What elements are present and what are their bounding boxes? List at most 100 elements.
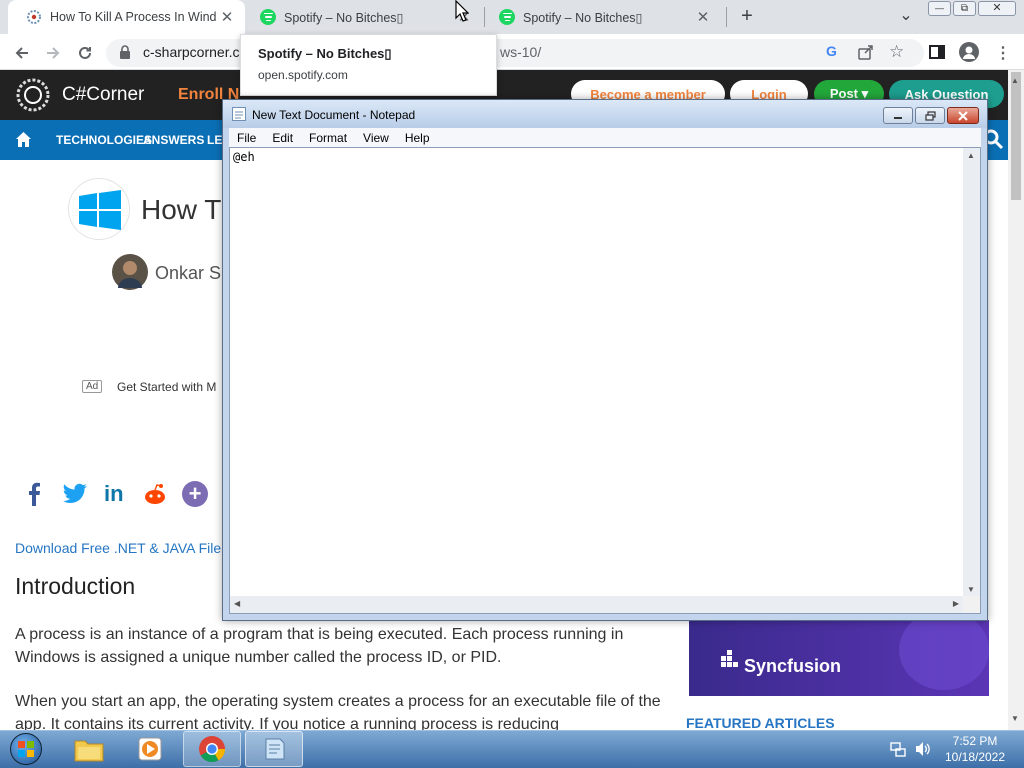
- clock-time: 7:52 PM: [952, 734, 998, 748]
- taskbar-media-player[interactable]: [121, 731, 179, 767]
- page-scrollbar-thumb[interactable]: [1011, 72, 1021, 200]
- forward-button[interactable]: [40, 40, 66, 66]
- ad-badge: Ad: [82, 380, 103, 393]
- notepad-close-button[interactable]: [947, 107, 979, 124]
- window-minimize-button[interactable]: —: [928, 1, 951, 16]
- tab-title: Spotify – No Bitches▯: [523, 10, 643, 25]
- tab-separator: [726, 7, 727, 27]
- tab-hover-tooltip: Spotify – No Bitches▯ open.spotify.com: [240, 34, 497, 96]
- article-paragraph: When you start an app, the operating sys…: [15, 693, 661, 730]
- spotify-favicon-icon: [260, 9, 276, 25]
- scroll-down-icon[interactable]: ▼: [1011, 714, 1019, 723]
- notepad-minimize-button[interactable]: [883, 107, 913, 124]
- start-button[interactable]: [6, 731, 46, 767]
- ad-text[interactable]: Get Started with M: [117, 380, 216, 394]
- tab-csharpcorner[interactable]: How To Kill A Process In Window ✕: [8, 0, 245, 34]
- home-icon[interactable]: [15, 131, 32, 153]
- bookmark-star-icon[interactable]: ☆: [889, 42, 904, 62]
- notepad-maximize-button[interactable]: [915, 107, 945, 124]
- nav-technologies[interactable]: TECHNOLOGIES: [56, 133, 152, 147]
- notepad-menubar: File Edit Format View Help: [229, 128, 981, 147]
- twitter-icon[interactable]: [62, 483, 88, 510]
- taskbar-chrome[interactable]: [183, 731, 241, 767]
- url-path: ws-10/: [500, 44, 542, 60]
- close-icon: [958, 110, 968, 121]
- tab-title: How To Kill A Process In Window: [50, 10, 217, 24]
- scroll-right-icon[interactable]: ▶: [953, 599, 959, 608]
- back-arrow-icon: [15, 47, 28, 59]
- notepad-vertical-scrollbar[interactable]: ▲ ▼: [963, 148, 980, 597]
- forward-arrow-icon: [47, 47, 60, 59]
- tab-title: Spotify – No Bitches▯: [284, 10, 404, 25]
- author-avatar[interactable]: [112, 254, 148, 290]
- sponsor-banner[interactable]: Syncfusion: [689, 620, 989, 696]
- back-button[interactable]: [9, 40, 35, 66]
- linkedin-icon[interactable]: in: [104, 483, 124, 505]
- url-host: c-sharpcorner.co: [143, 44, 248, 60]
- spotify-favicon-icon: [499, 9, 515, 25]
- lock-icon: [119, 45, 131, 64]
- mouse-cursor-icon: [455, 0, 470, 27]
- profile-avatar-icon[interactable]: [959, 42, 979, 62]
- windows-start-icon: [10, 733, 42, 765]
- network-tray-icon[interactable]: [890, 741, 906, 762]
- scroll-down-icon[interactable]: ▼: [967, 585, 975, 594]
- scroll-up-icon[interactable]: ▲: [967, 151, 975, 160]
- window-close-button[interactable]: ✕: [978, 1, 1016, 16]
- tab-search-button[interactable]: ⌄: [896, 5, 916, 27]
- tab-spotify-2[interactable]: Spotify – No Bitches▯ ✕: [481, 0, 721, 34]
- reload-button[interactable]: [72, 40, 98, 66]
- scroll-left-icon[interactable]: ◀: [234, 599, 240, 608]
- menu-view[interactable]: View: [355, 131, 397, 145]
- tab-close-icon[interactable]: ✕: [217, 8, 237, 26]
- restore-icon: [924, 110, 936, 121]
- menu-format[interactable]: Format: [301, 131, 355, 145]
- intro-heading: Introduction: [15, 573, 136, 599]
- nav-answers[interactable]: ANSWERS: [143, 133, 204, 147]
- tab-close-icon[interactable]: ✕: [693, 8, 713, 26]
- syncfusion-logo-icon: [721, 650, 741, 670]
- notepad-title: New Text Document - Notepad: [252, 108, 416, 122]
- side-panel-icon[interactable]: [929, 44, 945, 65]
- article-paragraph: A process is an instance of a program th…: [15, 626, 624, 666]
- tooltip-host: open.spotify.com: [258, 68, 348, 82]
- notepad-taskbar-icon: [265, 738, 285, 760]
- new-tab-button[interactable]: +: [736, 6, 758, 28]
- share-icon[interactable]: [857, 43, 875, 66]
- download-link[interactable]: Download Free .NET & JAVA File: [15, 540, 221, 556]
- taskbar-notepad[interactable]: [245, 731, 303, 767]
- menu-help[interactable]: Help: [397, 131, 438, 145]
- menu-file[interactable]: File: [229, 131, 264, 145]
- reddit-icon[interactable]: [142, 482, 168, 511]
- csharpcorner-logo-icon[interactable]: [8, 75, 58, 118]
- size-grip[interactable]: [963, 596, 980, 613]
- scroll-up-icon[interactable]: ▲: [1011, 76, 1019, 85]
- notepad-text-area[interactable]: @eh ▲ ▼ ◀ ▶: [229, 147, 981, 614]
- reload-icon: [79, 46, 91, 59]
- article-title: How T: [141, 194, 222, 225]
- sponsor-name: Syncfusion: [744, 656, 842, 676]
- notepad-window[interactable]: New Text Document - Notepad File Edit Fo…: [222, 99, 988, 621]
- clock-date: 10/18/2022: [944, 750, 1006, 764]
- notepad-content: @eh: [233, 150, 255, 164]
- share-more-icon[interactable]: +: [182, 481, 208, 507]
- media-player-icon: [138, 737, 162, 761]
- taskbar-explorer[interactable]: [60, 731, 118, 767]
- notepad-horizontal-scrollbar[interactable]: ◀ ▶: [230, 596, 963, 613]
- notepad-icon: [232, 107, 246, 121]
- chrome-menu-icon[interactable]: ⋮: [995, 43, 1011, 63]
- tab-spotify-1[interactable]: Spotify – No Bitches▯ ✕: [242, 0, 482, 34]
- site-logo-text[interactable]: C#Corner: [62, 84, 144, 106]
- folder-icon: [74, 740, 104, 762]
- menu-edit[interactable]: Edit: [264, 131, 301, 145]
- window-maximize-button[interactable]: ⧉: [953, 1, 976, 16]
- volume-tray-icon[interactable]: [914, 741, 932, 762]
- google-lens-icon[interactable]: G: [826, 43, 837, 59]
- taskbar-clock[interactable]: 7:52 PM 10/18/2022: [938, 733, 1012, 765]
- facebook-icon[interactable]: [26, 482, 42, 511]
- minimize-icon: [894, 116, 902, 119]
- csharpcorner-favicon-icon: [26, 9, 42, 25]
- windows-logo-icon: [68, 178, 130, 240]
- author-name[interactable]: Onkar S: [155, 263, 221, 284]
- featured-articles-heading: FEATURED ARTICLES: [686, 715, 835, 731]
